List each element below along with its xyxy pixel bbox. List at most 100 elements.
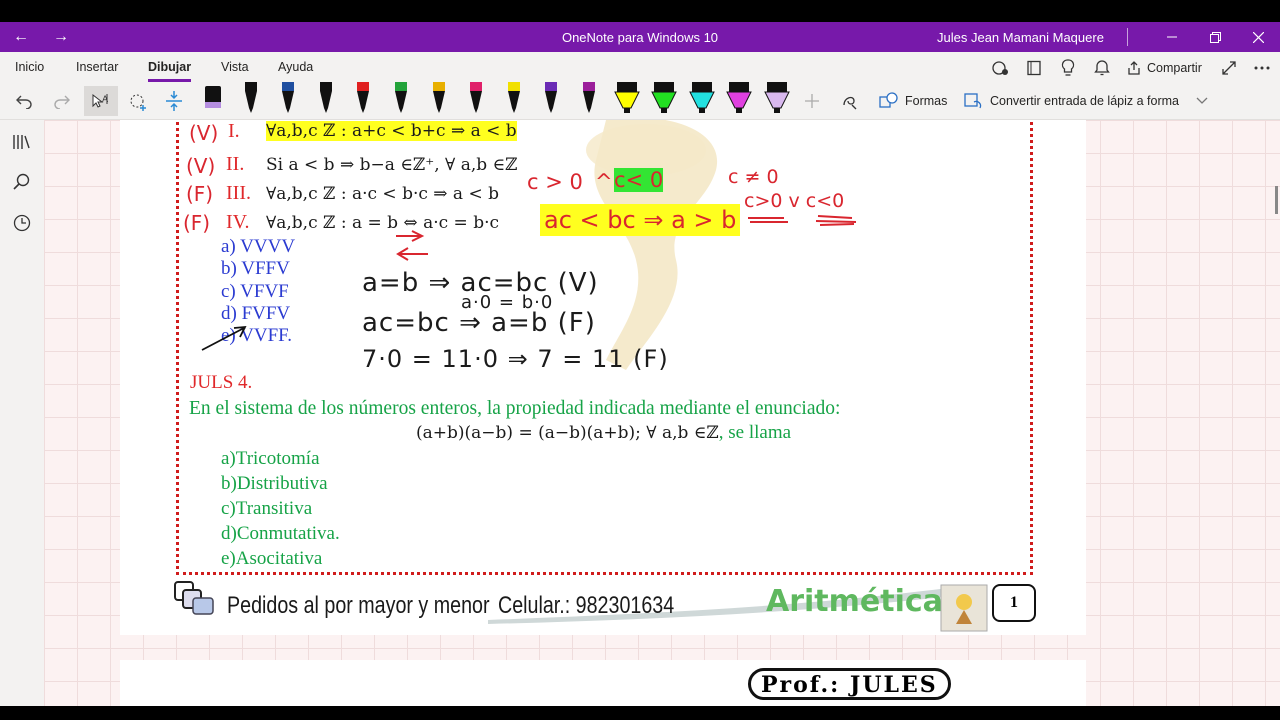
share-icon bbox=[1128, 61, 1140, 75]
redo-button[interactable] bbox=[46, 86, 78, 116]
item-expr-2: Si a < b ⇒ b−a ∈ℤ⁺, ∀ a,b ∈ℤ bbox=[266, 155, 518, 175]
recent-clock-icon[interactable] bbox=[12, 213, 32, 233]
item-expr-1: ∀a,b,c ℤ : a+c < b+c ⇒ a < b bbox=[266, 121, 517, 141]
left-nav-rail bbox=[0, 120, 44, 706]
notebook-pages-icon[interactable] bbox=[1024, 58, 1044, 78]
pen-16[interactable] bbox=[760, 82, 794, 120]
mark-2: (V) bbox=[186, 154, 216, 178]
close-icon bbox=[1252, 31, 1264, 43]
pen-5-icon bbox=[357, 82, 370, 113]
pen-14[interactable] bbox=[685, 82, 719, 120]
pen-10[interactable] bbox=[534, 82, 568, 120]
close-button[interactable] bbox=[1243, 26, 1273, 48]
redo-icon bbox=[54, 95, 70, 109]
item-num-2: II. bbox=[226, 153, 245, 175]
expand-icon[interactable] bbox=[1219, 58, 1239, 78]
pen-7-icon bbox=[432, 82, 445, 113]
convert-label: Convertir entrada de lápiz a forma bbox=[990, 94, 1179, 108]
select-text-tool[interactable]: A bbox=[84, 86, 118, 116]
letterbox-top bbox=[0, 0, 1280, 22]
ink-replay-icon bbox=[843, 96, 857, 110]
pen-8-icon bbox=[470, 82, 483, 113]
item-num-1: I. bbox=[228, 120, 240, 142]
problem-equation-line: (a+b)(a−b) = (a−b)(a+b); ∀ a,b ∈ℤ, se ll… bbox=[416, 422, 791, 444]
pen-3-icon bbox=[282, 82, 295, 113]
pen-11-icon bbox=[583, 82, 595, 113]
add-space-tool[interactable] bbox=[158, 86, 190, 116]
option-a: a) VVVV bbox=[221, 236, 296, 257]
add-pen-button[interactable] bbox=[796, 86, 828, 116]
undo-button[interactable] bbox=[8, 86, 40, 116]
tab-insertar[interactable]: Insertar bbox=[76, 60, 118, 74]
pen-11[interactable] bbox=[572, 82, 606, 120]
plus-icon bbox=[805, 94, 819, 108]
restore-button[interactable] bbox=[1200, 26, 1230, 48]
tab-inicio[interactable]: Inicio bbox=[15, 60, 44, 74]
pen-14-icon bbox=[688, 82, 715, 113]
vertical-scrollbar[interactable] bbox=[1275, 186, 1278, 214]
pen-8[interactable] bbox=[459, 82, 493, 120]
choice-d: d)Conmutativa. bbox=[221, 523, 340, 544]
tab-ayuda[interactable]: Ayuda bbox=[278, 60, 313, 74]
footer-subject: Aritmética bbox=[766, 584, 943, 619]
title-bar: ← → OneNote para Windows 10 Jules Jean M… bbox=[0, 22, 1280, 52]
minimize-button[interactable] bbox=[1157, 26, 1187, 48]
undo-icon bbox=[16, 95, 32, 109]
sync-status-icon[interactable] bbox=[990, 58, 1010, 78]
pen-15-icon bbox=[726, 82, 753, 113]
lasso-icon bbox=[130, 94, 146, 111]
notebooks-icon[interactable] bbox=[12, 132, 32, 152]
hw-and-symbol: ^ bbox=[595, 170, 613, 194]
pen-12[interactable] bbox=[610, 82, 644, 120]
pen-6[interactable] bbox=[384, 82, 418, 120]
pen-2-icon bbox=[244, 82, 257, 113]
pen-2[interactable] bbox=[234, 82, 268, 120]
shapes-button[interactable]: Formas bbox=[879, 92, 947, 110]
more-options-icon[interactable] bbox=[1252, 58, 1272, 78]
pen-5[interactable] bbox=[346, 82, 380, 120]
toolbar-overflow-chevron[interactable] bbox=[1186, 86, 1218, 116]
select-cursor-icon: A bbox=[92, 93, 109, 108]
add-space-icon bbox=[166, 91, 182, 111]
ink-to-shape-icon-button[interactable] bbox=[834, 86, 866, 116]
hw-line-2: ac=bc ⇒ a=b (F) bbox=[362, 308, 596, 338]
lightbulb-icon[interactable] bbox=[1058, 58, 1078, 78]
hw-line-3: 7·0 = 11·0 ⇒ 7 = 11 (F) bbox=[362, 345, 669, 373]
note-canvas[interactable]: (V) I. ∀a,b,c ℤ : a+c < b+c ⇒ a < b (V) … bbox=[44, 120, 1280, 706]
pen-9[interactable] bbox=[497, 82, 531, 120]
problem-equation-suffix: , se llama bbox=[718, 422, 792, 443]
problem-label: JULS 4. bbox=[190, 372, 253, 393]
share-button[interactable]: Compartir bbox=[1126, 58, 1202, 78]
footer-logo-icon bbox=[174, 581, 214, 615]
pen-4[interactable] bbox=[309, 82, 343, 120]
share-label: Compartir bbox=[1147, 61, 1202, 75]
search-icon[interactable] bbox=[12, 172, 32, 192]
minimize-icon bbox=[1167, 36, 1177, 38]
pen-13-icon bbox=[651, 82, 677, 113]
problem-statement: En el sistema de los números enteros, la… bbox=[189, 398, 841, 419]
item-num-3: III. bbox=[226, 182, 251, 204]
hw-c-negative-text: c< 0 bbox=[614, 168, 664, 192]
pen-15[interactable] bbox=[722, 82, 756, 120]
hw-underline-marks bbox=[748, 215, 857, 226]
item-expr-1-text: ∀a,b,c ℤ : a+c < b+c ⇒ a < b bbox=[266, 121, 517, 141]
next-page-header: Prof.: JULES bbox=[748, 668, 951, 700]
pen-3[interactable] bbox=[271, 82, 305, 120]
lasso-select-tool[interactable] bbox=[122, 86, 154, 116]
chevron-down-icon bbox=[1196, 97, 1208, 104]
tab-vista[interactable]: Vista bbox=[221, 60, 249, 74]
hw-c-not-zero: c ≠ 0 bbox=[728, 166, 779, 188]
item-expr-3: ∀a,b,c ℤ : a·c < b·c ⇒ a < b bbox=[266, 184, 499, 204]
bell-icon[interactable] bbox=[1092, 58, 1112, 78]
user-name[interactable]: Jules Jean Mamani Maquere bbox=[937, 30, 1104, 46]
pen-13[interactable] bbox=[647, 82, 681, 120]
page-number: 1 bbox=[992, 584, 1036, 622]
mark-1: (V) bbox=[189, 121, 219, 145]
convert-ink-to-shape-button[interactable]: Convertir entrada de lápiz a forma bbox=[964, 92, 1179, 110]
tab-dibujar[interactable]: Dibujar bbox=[148, 60, 192, 82]
item-expr-4: ∀a,b,c ℤ : a = b ⇔ a·c = b·c bbox=[266, 213, 499, 233]
pen-7[interactable] bbox=[422, 82, 456, 120]
pen-1[interactable] bbox=[196, 82, 230, 120]
mark-4: (F) bbox=[183, 211, 211, 235]
option-c: c) VFVF bbox=[221, 281, 289, 302]
